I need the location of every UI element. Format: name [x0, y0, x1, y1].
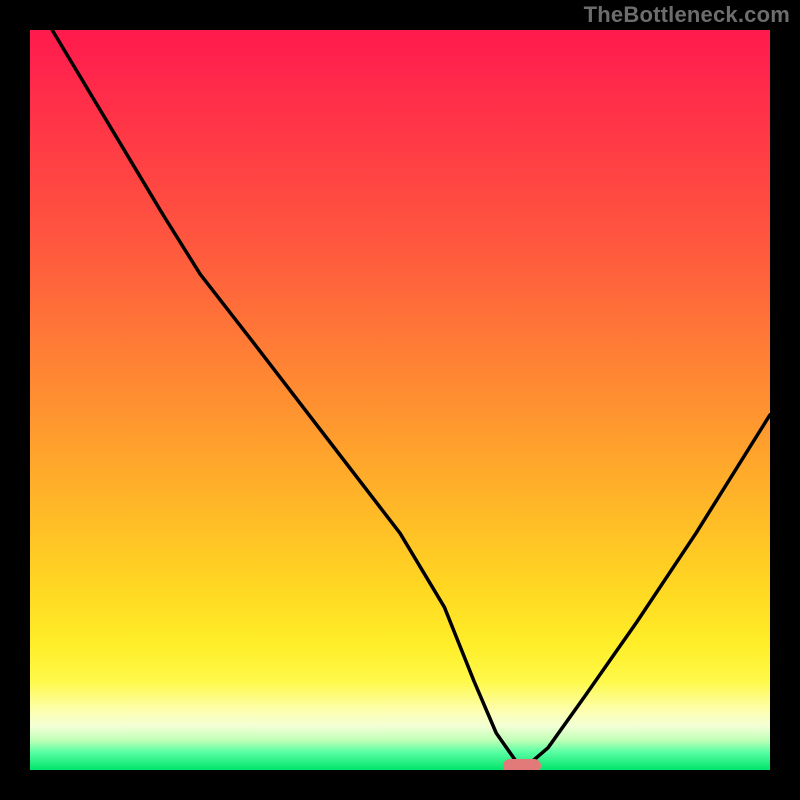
chart-frame: TheBottleneck.com: [0, 0, 800, 800]
plot-area: [30, 30, 770, 770]
trough-marker: [503, 759, 541, 770]
watermark-text: TheBottleneck.com: [584, 2, 790, 28]
curve-path: [52, 30, 770, 770]
bottleneck-curve: [30, 30, 770, 770]
